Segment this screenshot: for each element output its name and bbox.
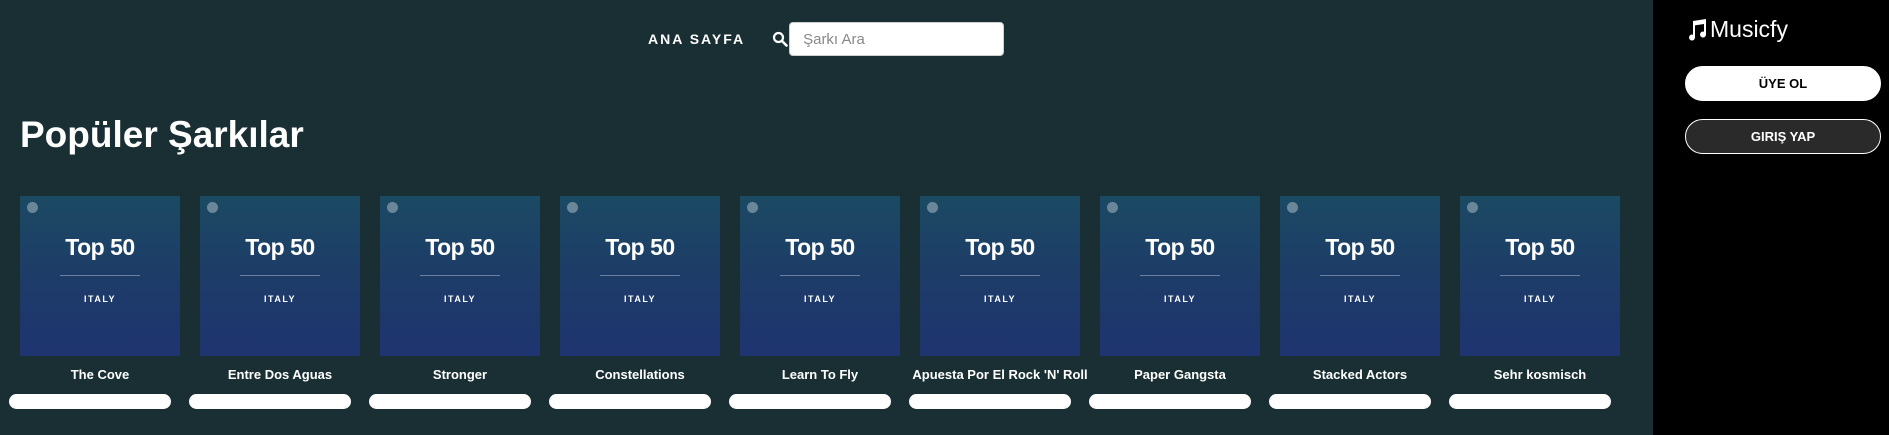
song-name: Stacked Actors <box>1312 367 1408 382</box>
cover-divider <box>420 275 500 276</box>
cover-title: Top 50 <box>1505 234 1575 260</box>
song-action-button[interactable] <box>729 394 891 409</box>
spotify-logo-icon <box>747 202 758 213</box>
cover-divider <box>1320 275 1400 276</box>
cover-title: Top 50 <box>245 234 315 260</box>
nav-home-link[interactable]: ANA SAYFA <box>648 31 745 47</box>
song-name: Paper Gangsta <box>1134 367 1226 382</box>
cover-divider <box>780 275 860 276</box>
cover-divider <box>600 275 680 276</box>
brand-name: Musicfy <box>1710 16 1788 42</box>
song-action-button[interactable] <box>9 394 171 409</box>
song-name: Stronger <box>432 367 488 382</box>
spotify-logo-icon <box>207 202 218 213</box>
album-cover[interactable]: Top 50 ITALY <box>1100 196 1260 356</box>
spotify-logo-icon <box>927 202 938 213</box>
cover-subtitle: ITALY <box>1163 294 1196 304</box>
page-title: Popüler Şarkılar <box>20 114 304 155</box>
cover-title: Top 50 <box>425 234 495 260</box>
cover-divider <box>1500 275 1580 276</box>
cover-divider <box>60 275 140 276</box>
cover-subtitle: ITALY <box>803 294 836 304</box>
song-card[interactable]: Top 50 ITALY Learn To Fly <box>729 196 900 409</box>
song-action-button[interactable] <box>1269 394 1431 409</box>
cover-title: Top 50 <box>1145 234 1215 260</box>
album-cover[interactable]: Top 50 ITALY <box>380 196 540 356</box>
cover-divider <box>1140 275 1220 276</box>
cover-title: Top 50 <box>1325 234 1395 260</box>
search-input[interactable] <box>789 22 1005 56</box>
album-cover[interactable]: Top 50 ITALY <box>1280 196 1440 356</box>
cover-divider <box>960 275 1040 276</box>
album-cover[interactable]: Top 50 ITALY <box>920 196 1080 356</box>
song-name: Entre Dos Aguas <box>227 367 333 382</box>
album-cover[interactable]: Top 50 ITALY <box>560 196 720 356</box>
spotify-logo-icon <box>1287 202 1298 213</box>
cover-divider <box>240 275 320 276</box>
cover-title: Top 50 <box>65 234 135 260</box>
song-card[interactable]: Top 50 ITALY The Cove <box>9 196 180 409</box>
cover-subtitle: ITALY <box>83 294 116 304</box>
album-cover[interactable]: Top 50 ITALY <box>20 196 180 356</box>
song-cards: Top 50 ITALY The Cove Top 50 ITALY Entre… <box>9 196 1640 409</box>
song-card[interactable]: Top 50 ITALY Paper Gangsta <box>1089 196 1260 409</box>
album-cover[interactable]: Top 50 ITALY <box>200 196 360 356</box>
song-card[interactable]: Top 50 ITALY Stacked Actors <box>1269 196 1440 409</box>
cover-subtitle: ITALY <box>443 294 476 304</box>
song-card[interactable]: Top 50 ITALY Sehr kosmisch <box>1449 196 1620 409</box>
album-cover[interactable]: Top 50 ITALY <box>1460 196 1620 356</box>
cover-title: Top 50 <box>605 234 675 260</box>
song-name: Sehr kosmisch <box>1493 367 1587 382</box>
search-icon[interactable] <box>772 31 788 47</box>
spotify-logo-icon <box>1107 202 1118 213</box>
song-action-button[interactable] <box>1089 394 1251 409</box>
cover-title: Top 50 <box>965 234 1035 260</box>
music-note-icon <box>1689 18 1707 41</box>
cover-subtitle: ITALY <box>1523 294 1556 304</box>
song-name: Constellations <box>595 367 685 382</box>
cover-subtitle: ITALY <box>983 294 1016 304</box>
album-cover[interactable]: Top 50 ITALY <box>740 196 900 356</box>
spotify-logo-icon <box>1467 202 1478 213</box>
song-card[interactable]: Top 50 ITALY Apuesta Por El Rock 'N' Rol… <box>909 196 1088 409</box>
login-button[interactable]: GIRIŞ YAP <box>1685 119 1881 154</box>
song-card[interactable]: Top 50 ITALY Entre Dos Aguas <box>189 196 360 409</box>
signup-button[interactable]: ÜYE OL <box>1685 66 1881 101</box>
song-card[interactable]: Top 50 ITALY Constellations <box>549 196 720 409</box>
song-action-button[interactable] <box>549 394 711 409</box>
song-action-button[interactable] <box>909 394 1071 409</box>
spotify-logo-icon <box>27 202 38 213</box>
cover-title: Top 50 <box>785 234 855 260</box>
spotify-logo-icon <box>387 202 398 213</box>
brand-logo[interactable]: Musicfy <box>1685 16 1788 43</box>
cover-subtitle: ITALY <box>263 294 296 304</box>
song-action-button[interactable] <box>369 394 531 409</box>
song-name: Learn To Fly <box>781 367 859 382</box>
main-content: ANA SAYFA Popüler Şarkılar Top 50 ITALY … <box>0 0 1653 435</box>
spotify-logo-icon <box>567 202 578 213</box>
cover-subtitle: ITALY <box>623 294 656 304</box>
cover-subtitle: ITALY <box>1343 294 1376 304</box>
song-action-button[interactable] <box>189 394 351 409</box>
sidebar: Musicfy ÜYE OL GIRIŞ YAP <box>1653 0 1889 435</box>
song-name: The Cove <box>70 367 130 382</box>
song-action-button[interactable] <box>1449 394 1611 409</box>
top-nav: ANA SAYFA <box>648 22 1005 56</box>
song-card[interactable]: Top 50 ITALY Stronger <box>369 196 540 409</box>
song-name: Apuesta Por El Rock 'N' Roll <box>912 367 1088 382</box>
